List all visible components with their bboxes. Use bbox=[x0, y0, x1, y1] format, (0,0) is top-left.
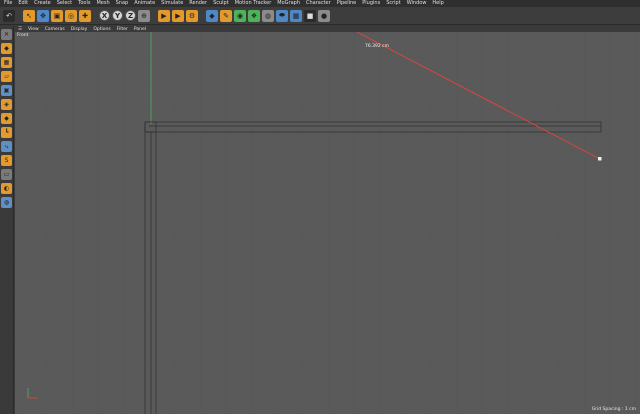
axis-mode-icon[interactable]: ┗ bbox=[1, 127, 12, 138]
render-picture-viewer-icon[interactable]: ▶ bbox=[172, 9, 184, 22]
menu-mesh[interactable]: Mesh bbox=[96, 0, 109, 7]
menu-help[interactable]: Help bbox=[432, 0, 443, 7]
main-toolbar: ↶ ↖ ✥ ▣ ◎ ✚ X Y Z ⊕ ▶ ▶ ⚙ ◆ ✎ ◉ ❖ ◍ ⬬ ▦ … bbox=[0, 7, 640, 25]
z-axis-button[interactable]: Z bbox=[125, 10, 136, 21]
grid-spacing-label: Grid Spacing : 1 cm bbox=[591, 407, 636, 412]
viewport-menu-display[interactable]: Display bbox=[71, 27, 88, 32]
menu-pipeline[interactable]: Pipeline bbox=[337, 0, 357, 7]
render-settings-icon[interactable]: ⚙ bbox=[186, 9, 198, 22]
viewport-menu-options[interactable]: Options bbox=[93, 27, 110, 32]
floor-icon[interactable]: ▦ bbox=[290, 9, 302, 22]
render-view-icon[interactable]: ▶ bbox=[158, 9, 170, 22]
menu-window[interactable]: Window bbox=[407, 0, 427, 7]
subdivision-icon[interactable]: ◉ bbox=[234, 9, 246, 22]
viewport-view-label: Front bbox=[17, 33, 29, 38]
menu-script[interactable]: Script bbox=[386, 0, 401, 7]
menu-character[interactable]: Character bbox=[306, 0, 331, 7]
workplane-lock-icon[interactable]: ▭ bbox=[1, 169, 12, 180]
menu-snap[interactable]: Snap bbox=[116, 0, 129, 7]
cloner-icon[interactable]: ❖ bbox=[248, 9, 260, 22]
make-editable-icon[interactable]: ✕ bbox=[1, 29, 12, 40]
menu-file[interactable]: File bbox=[4, 0, 12, 7]
menu-motion-tracker[interactable]: Motion Tracker bbox=[235, 0, 272, 7]
measure-label: 76.392 cm bbox=[365, 44, 390, 49]
cube-icon[interactable]: ◆ bbox=[206, 9, 218, 22]
snap-icon[interactable]: S bbox=[1, 155, 12, 166]
scale-icon[interactable]: ▣ bbox=[51, 9, 63, 22]
viewport-menu-cameras[interactable]: Cameras bbox=[45, 27, 65, 32]
measure-handle[interactable] bbox=[598, 157, 602, 161]
left-toolbar: ✕ ◆ ▦ ▱ ▣ ◈ ◆ ┗ ⤷ S ▭ ◐ ◍ bbox=[0, 26, 14, 414]
menu-tools[interactable]: Tools bbox=[78, 0, 90, 7]
environment-icon[interactable]: ⬬ bbox=[276, 9, 288, 22]
workplane-icon[interactable]: ▱ bbox=[1, 71, 12, 82]
menu-plugins[interactable]: Plugins bbox=[362, 0, 380, 7]
rotate-icon[interactable]: ◎ bbox=[65, 9, 77, 22]
menu-edit[interactable]: Edit bbox=[18, 0, 28, 7]
menu-simulate[interactable]: Simulate bbox=[161, 0, 183, 7]
polygons-mode-icon[interactable]: ◆ bbox=[1, 113, 12, 124]
tweak-mode-icon[interactable]: ⤷ bbox=[1, 141, 12, 152]
viewport-options-icon[interactable]: ☰ bbox=[18, 27, 22, 32]
deformer-icon[interactable]: ◍ bbox=[262, 9, 274, 22]
menu-animate[interactable]: Animate bbox=[134, 0, 155, 7]
menu-render[interactable]: Render bbox=[189, 0, 207, 7]
menu-mograph[interactable]: MoGraph bbox=[277, 0, 300, 7]
menu-sculpt[interactable]: Sculpt bbox=[213, 0, 229, 7]
recent-tool-icon[interactable]: ✚ bbox=[79, 9, 91, 22]
menu-select[interactable]: Select bbox=[57, 0, 72, 7]
viewport-menu-panel[interactable]: Panel bbox=[134, 27, 146, 32]
model-mode-icon[interactable]: ◆ bbox=[1, 43, 12, 54]
grid bbox=[15, 32, 640, 414]
coordinate-system-icon[interactable]: ⊕ bbox=[138, 9, 150, 22]
texture-mode-icon[interactable]: ▦ bbox=[1, 57, 12, 68]
viewport-canvas bbox=[15, 32, 640, 414]
main-menubar: File Edit Create Select Tools Mesh Snap Animate… bbox=[0, 0, 640, 7]
light-icon[interactable]: ● bbox=[318, 9, 330, 22]
points-mode-icon[interactable]: ▣ bbox=[1, 85, 12, 96]
move-icon[interactable]: ✥ bbox=[37, 9, 49, 22]
planar-workplane-icon[interactable]: ◐ bbox=[1, 183, 12, 194]
viewport[interactable]: Front 76.392 cm Grid Spacing : 1 cm bbox=[15, 32, 640, 414]
edges-mode-icon[interactable]: ◈ bbox=[1, 99, 12, 110]
camera-icon[interactable]: ■ bbox=[304, 9, 316, 22]
viewport-menu-view[interactable]: View bbox=[28, 27, 39, 32]
x-axis-button[interactable]: X bbox=[99, 10, 110, 21]
pen-icon[interactable]: ✎ bbox=[220, 9, 232, 22]
y-axis-button[interactable]: Y bbox=[112, 10, 123, 21]
viewport-menu-filter[interactable]: Filter bbox=[117, 27, 128, 32]
solo-icon[interactable]: ◍ bbox=[1, 197, 12, 208]
undo-icon[interactable]: ↶ bbox=[3, 9, 15, 22]
menu-create[interactable]: Create bbox=[34, 0, 51, 7]
live-selection-icon[interactable]: ↖ bbox=[23, 9, 35, 22]
